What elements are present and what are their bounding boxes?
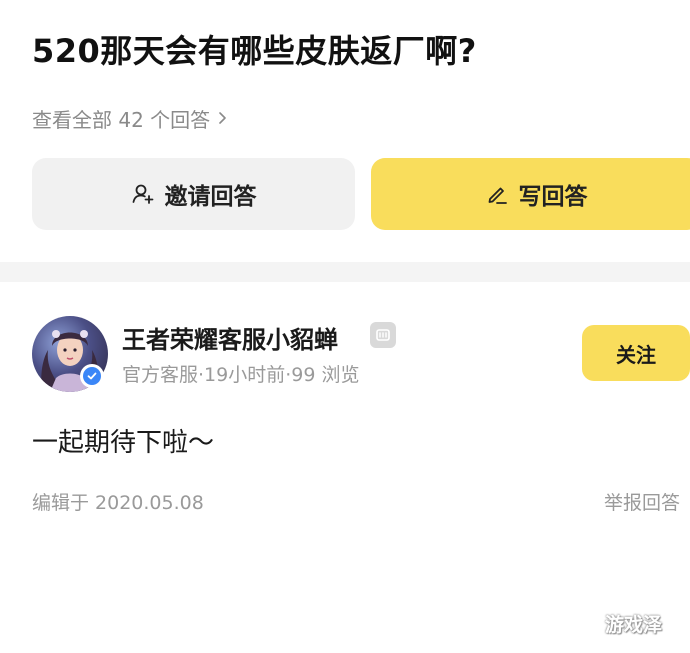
write-answer-label: 写回答: [518, 184, 588, 210]
edit-timestamp: 编辑于 2020.05.08: [32, 492, 204, 514]
verified-badge: [80, 364, 104, 388]
invite-answer-button[interactable]: 邀请回答: [32, 158, 355, 230]
person-plus-icon: [132, 184, 153, 204]
report-answer-link[interactable]: 举报回答: [604, 488, 690, 515]
author-name[interactable]: 王者荣耀客服小貂蝉: [122, 320, 338, 355]
section-divider: [0, 262, 690, 282]
pencil-icon: [488, 187, 507, 204]
level-badge-icon: [370, 322, 396, 348]
question-title: 520那天会有哪些皮肤返厂啊?: [32, 32, 477, 70]
answer-content: 一起期待下啦～: [32, 428, 215, 458]
write-answer-button[interactable]: 写回答: [371, 158, 690, 230]
checkmark-icon: [87, 372, 97, 380]
view-all-answers-link[interactable]: 查看全部 42 个回答: [32, 104, 228, 132]
answer-meta: 官方客服·19小时前·99 浏览: [122, 364, 360, 386]
invite-answer-label: 邀请回答: [164, 184, 257, 210]
chevron-right-icon: [219, 112, 226, 124]
view-all-label: 查看全部 42 个回答: [32, 107, 211, 132]
follow-button[interactable]: 关注: [582, 325, 690, 381]
watermark: 游戏泽: [605, 614, 663, 636]
